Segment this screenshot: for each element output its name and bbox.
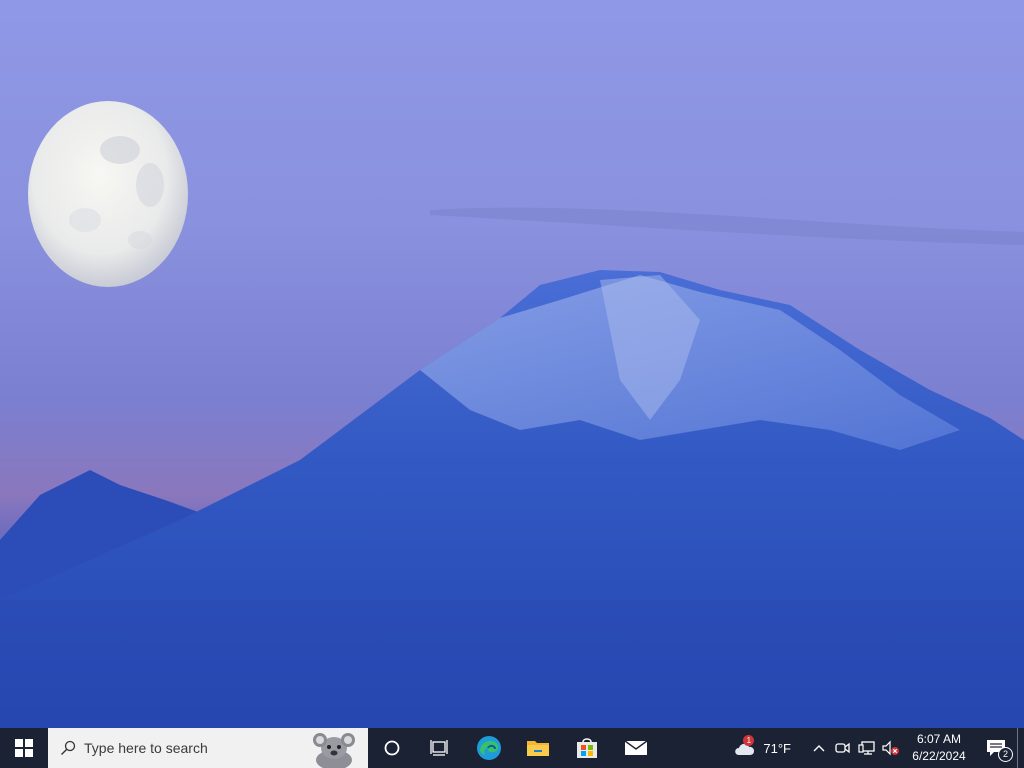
- taskbar: Type here to search 1 71°F 6:07 AM 6/22/…: [0, 728, 1024, 768]
- show-hidden-icons-button[interactable]: [807, 728, 831, 768]
- desktop-wallpaper: [0, 0, 1024, 728]
- cortana-button[interactable]: [368, 728, 416, 768]
- volume-button[interactable]: [879, 728, 903, 768]
- search-box[interactable]: Type here to search: [48, 728, 368, 768]
- show-desktop-button[interactable]: [1017, 728, 1024, 768]
- windows-logo-icon: [15, 739, 33, 757]
- wallpaper-image: [0, 101, 1024, 728]
- volume-muted-icon: [882, 740, 899, 756]
- task-view-button[interactable]: [416, 728, 464, 768]
- mail-icon: [624, 740, 647, 755]
- chevron-up-icon: [813, 745, 825, 752]
- notification-count-badge: 2: [998, 747, 1013, 762]
- folder-icon: [526, 741, 549, 756]
- task-view-icon: [430, 740, 448, 756]
- moon: [28, 101, 188, 287]
- clock-date: 6/22/2024: [912, 749, 966, 763]
- start-button[interactable]: [0, 728, 48, 768]
- cortana-circle-icon: [384, 740, 400, 756]
- camera-icon: [835, 742, 850, 754]
- taskbar-app-mail[interactable]: [611, 728, 660, 768]
- meet-now-button[interactable]: [831, 728, 855, 768]
- clock[interactable]: 6:07 AM 6/22/2024: [903, 728, 975, 768]
- search-placeholder: Type here to search: [84, 740, 208, 756]
- network-icon: [858, 741, 875, 755]
- store-icon: [576, 738, 597, 758]
- weather-widget[interactable]: 1 71°F: [727, 728, 797, 768]
- edge-icon: [476, 736, 501, 760]
- koala-mascot-icon: [313, 733, 355, 768]
- taskbar-app-file-explorer[interactable]: [513, 728, 562, 768]
- taskbar-app-edge[interactable]: [464, 728, 513, 768]
- clock-time: 6:07 AM: [916, 732, 962, 746]
- weather-temperature: 71°F: [763, 740, 791, 756]
- system-tray: 1 71°F 6:07 AM 6/22/2024 2: [727, 728, 1024, 768]
- action-center-button[interactable]: 2: [975, 728, 1017, 768]
- network-button[interactable]: [855, 728, 879, 768]
- search-icon: [61, 740, 76, 755]
- taskbar-app-store[interactable]: [562, 728, 611, 768]
